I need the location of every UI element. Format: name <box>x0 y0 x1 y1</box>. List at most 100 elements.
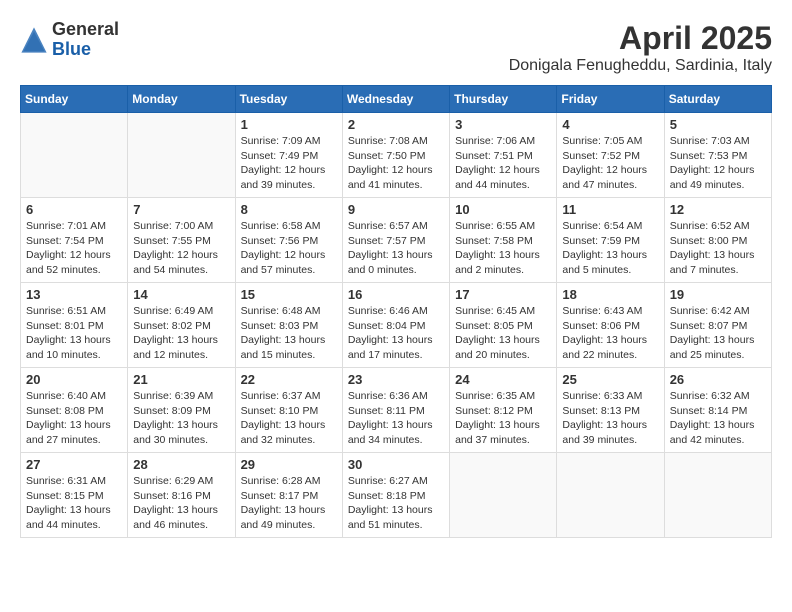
calendar-cell: 25 Sunrise: 6:33 AM Sunset: 8:13 PM Dayli… <box>557 368 664 453</box>
day-info: Sunrise: 6:28 AM Sunset: 8:17 PM Dayligh… <box>241 474 337 533</box>
day-number: 22 <box>241 372 337 387</box>
calendar-cell: 9 Sunrise: 6:57 AM Sunset: 7:57 PM Daylig… <box>342 198 449 283</box>
day-info: Sunrise: 7:00 AM Sunset: 7:55 PM Dayligh… <box>133 219 229 278</box>
day-number: 5 <box>670 117 766 132</box>
day-number: 26 <box>670 372 766 387</box>
calendar-cell <box>664 453 771 538</box>
day-info: Sunrise: 7:05 AM Sunset: 7:52 PM Dayligh… <box>562 134 658 193</box>
day-info: Sunrise: 6:51 AM Sunset: 8:01 PM Dayligh… <box>26 304 122 363</box>
calendar-cell: 29 Sunrise: 6:28 AM Sunset: 8:17 PM Dayli… <box>235 453 342 538</box>
day-number: 17 <box>455 287 551 302</box>
calendar-cell: 24 Sunrise: 6:35 AM Sunset: 8:12 PM Dayli… <box>450 368 557 453</box>
calendar-cell: 10 Sunrise: 6:55 AM Sunset: 7:58 PM Dayli… <box>450 198 557 283</box>
day-number: 9 <box>348 202 444 217</box>
logo-icon <box>20 26 48 54</box>
calendar-cell: 14 Sunrise: 6:49 AM Sunset: 8:02 PM Dayli… <box>128 283 235 368</box>
calendar-cell <box>450 453 557 538</box>
calendar-table: SundayMondayTuesdayWednesdayThursdayFrid… <box>20 85 772 538</box>
logo-text: General Blue <box>52 20 119 60</box>
calendar-cell: 16 Sunrise: 6:46 AM Sunset: 8:04 PM Dayli… <box>342 283 449 368</box>
calendar-cell <box>21 113 128 198</box>
day-number: 3 <box>455 117 551 132</box>
day-info: Sunrise: 6:42 AM Sunset: 8:07 PM Dayligh… <box>670 304 766 363</box>
calendar-cell: 23Sunrise: 6:36 AM Sunset: 8:11 PM Dayli… <box>342 368 449 453</box>
day-number: 30 <box>348 457 444 472</box>
day-number: 14 <box>133 287 229 302</box>
calendar-cell: 17Sunrise: 6:45 AM Sunset: 8:05 PM Dayli… <box>450 283 557 368</box>
week-row: 20 Sunrise: 6:40 AM Sunset: 8:08 PM Dayli… <box>21 368 772 453</box>
day-info: Sunrise: 7:09 AM Sunset: 7:49 PM Dayligh… <box>241 134 337 193</box>
calendar-cell: 11 Sunrise: 6:54 AM Sunset: 7:59 PM Dayli… <box>557 198 664 283</box>
weekday-header: Monday <box>128 86 235 113</box>
day-number: 1 <box>241 117 337 132</box>
day-number: 15 <box>241 287 337 302</box>
day-info: Sunrise: 6:27 AM Sunset: 8:18 PM Dayligh… <box>348 474 444 533</box>
day-info: Sunrise: 7:01 AM Sunset: 7:54 PM Dayligh… <box>26 219 122 278</box>
day-info: Sunrise: 6:39 AM Sunset: 8:09 PM Dayligh… <box>133 389 229 448</box>
day-info: Sunrise: 6:46 AM Sunset: 8:04 PM Dayligh… <box>348 304 444 363</box>
calendar-cell: 2 Sunrise: 7:08 AM Sunset: 7:50 PM Daylig… <box>342 113 449 198</box>
calendar-cell: 18Sunrise: 6:43 AM Sunset: 8:06 PM Dayli… <box>557 283 664 368</box>
day-info: Sunrise: 7:06 AM Sunset: 7:51 PM Dayligh… <box>455 134 551 193</box>
day-number: 25 <box>562 372 658 387</box>
calendar-cell: 15Sunrise: 6:48 AM Sunset: 8:03 PM Dayli… <box>235 283 342 368</box>
week-row: 6Sunrise: 7:01 AM Sunset: 7:54 PM Daylig… <box>21 198 772 283</box>
day-number: 28 <box>133 457 229 472</box>
weekday-header: Sunday <box>21 86 128 113</box>
week-row: 1 Sunrise: 7:09 AM Sunset: 7:49 PM Daylig… <box>21 113 772 198</box>
day-number: 16 <box>348 287 444 302</box>
location-title: Donigala Fenugheddu, Sardinia, Italy <box>509 57 772 75</box>
day-number: 10 <box>455 202 551 217</box>
day-info: Sunrise: 7:03 AM Sunset: 7:53 PM Dayligh… <box>670 134 766 193</box>
day-number: 27 <box>26 457 122 472</box>
calendar-cell: 7 Sunrise: 7:00 AM Sunset: 7:55 PM Daylig… <box>128 198 235 283</box>
day-number: 13 <box>26 287 122 302</box>
calendar-cell: 22Sunrise: 6:37 AM Sunset: 8:10 PM Dayli… <box>235 368 342 453</box>
day-number: 12 <box>670 202 766 217</box>
logo: General Blue <box>20 20 119 60</box>
day-info: Sunrise: 6:54 AM Sunset: 7:59 PM Dayligh… <box>562 219 658 278</box>
day-number: 20 <box>26 372 122 387</box>
calendar-cell: 13 Sunrise: 6:51 AM Sunset: 8:01 PM Dayli… <box>21 283 128 368</box>
calendar-cell: 5 Sunrise: 7:03 AM Sunset: 7:53 PM Daylig… <box>664 113 771 198</box>
day-info: Sunrise: 7:08 AM Sunset: 7:50 PM Dayligh… <box>348 134 444 193</box>
day-number: 21 <box>133 372 229 387</box>
day-info: Sunrise: 6:31 AM Sunset: 8:15 PM Dayligh… <box>26 474 122 533</box>
day-info: Sunrise: 6:33 AM Sunset: 8:13 PM Dayligh… <box>562 389 658 448</box>
day-info: Sunrise: 6:32 AM Sunset: 8:14 PM Dayligh… <box>670 389 766 448</box>
day-number: 29 <box>241 457 337 472</box>
day-info: Sunrise: 6:40 AM Sunset: 8:08 PM Dayligh… <box>26 389 122 448</box>
day-number: 24 <box>455 372 551 387</box>
calendar-cell: 26 Sunrise: 6:32 AM Sunset: 8:14 PM Dayli… <box>664 368 771 453</box>
day-number: 11 <box>562 202 658 217</box>
logo-blue: Blue <box>52 39 91 59</box>
calendar-cell: 30 Sunrise: 6:27 AM Sunset: 8:18 PM Dayli… <box>342 453 449 538</box>
week-row: 13 Sunrise: 6:51 AM Sunset: 8:01 PM Dayli… <box>21 283 772 368</box>
day-number: 4 <box>562 117 658 132</box>
day-info: Sunrise: 6:49 AM Sunset: 8:02 PM Dayligh… <box>133 304 229 363</box>
weekday-header: Tuesday <box>235 86 342 113</box>
day-info: Sunrise: 6:57 AM Sunset: 7:57 PM Dayligh… <box>348 219 444 278</box>
day-number: 8 <box>241 202 337 217</box>
weekday-header: Thursday <box>450 86 557 113</box>
day-number: 7 <box>133 202 229 217</box>
calendar-cell: 20 Sunrise: 6:40 AM Sunset: 8:08 PM Dayli… <box>21 368 128 453</box>
calendar-cell: 8 Sunrise: 6:58 AM Sunset: 7:56 PM Daylig… <box>235 198 342 283</box>
day-info: Sunrise: 6:35 AM Sunset: 8:12 PM Dayligh… <box>455 389 551 448</box>
day-info: Sunrise: 6:55 AM Sunset: 7:58 PM Dayligh… <box>455 219 551 278</box>
weekday-header: Friday <box>557 86 664 113</box>
calendar-cell: 4 Sunrise: 7:05 AM Sunset: 7:52 PM Daylig… <box>557 113 664 198</box>
day-info: Sunrise: 6:52 AM Sunset: 8:00 PM Dayligh… <box>670 219 766 278</box>
title-block: April 2025 Donigala Fenugheddu, Sardinia… <box>509 20 772 75</box>
logo-general: General <box>52 19 119 39</box>
calendar-cell: 12 Sunrise: 6:52 AM Sunset: 8:00 PM Dayli… <box>664 198 771 283</box>
day-number: 2 <box>348 117 444 132</box>
day-number: 23 <box>348 372 444 387</box>
day-info: Sunrise: 6:29 AM Sunset: 8:16 PM Dayligh… <box>133 474 229 533</box>
page-header: General Blue April 2025 Donigala Fenughe… <box>20 20 772 75</box>
day-info: Sunrise: 6:58 AM Sunset: 7:56 PM Dayligh… <box>241 219 337 278</box>
calendar-cell: 27 Sunrise: 6:31 AM Sunset: 8:15 PM Dayli… <box>21 453 128 538</box>
calendar-cell: 28 Sunrise: 6:29 AM Sunset: 8:16 PM Dayli… <box>128 453 235 538</box>
weekday-header-row: SundayMondayTuesdayWednesdayThursdayFrid… <box>21 86 772 113</box>
weekday-header: Saturday <box>664 86 771 113</box>
